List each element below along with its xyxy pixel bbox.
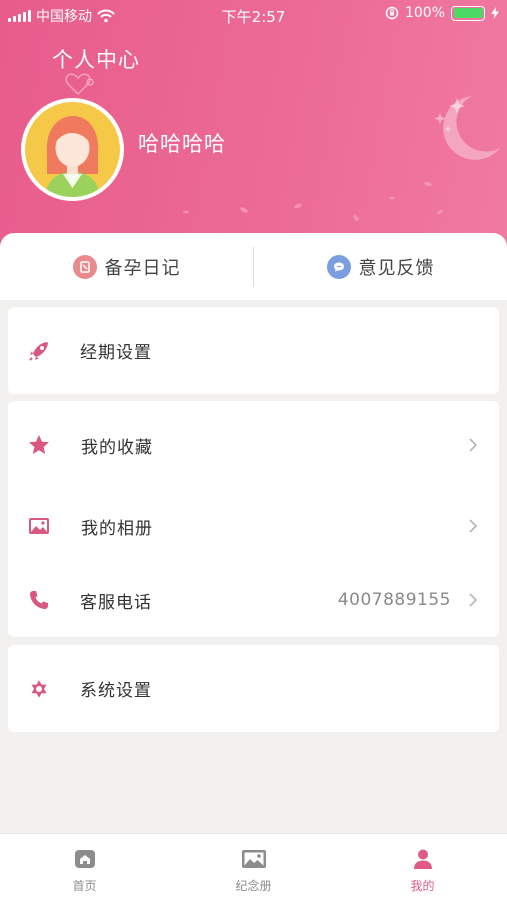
system-settings-card: 系统设置: [8, 645, 499, 732]
favorites-row[interactable]: 我的收藏: [8, 401, 499, 489]
chevron-right-icon: [469, 593, 478, 607]
feedback-button[interactable]: 意见反馈: [254, 233, 507, 300]
menu-card: 我的收藏 我的相册 客服电话 4007889155: [8, 401, 499, 637]
home-icon: [74, 850, 95, 868]
customer-service-row[interactable]: 客服电话 4007889155: [8, 563, 499, 637]
chevron-right-icon: [469, 519, 478, 533]
customer-service-label: 客服电话: [80, 592, 152, 613]
period-settings-row[interactable]: 经期设置: [8, 307, 499, 394]
picture-icon: [26, 513, 52, 539]
tab-profile-label: 我的: [410, 879, 435, 893]
system-settings-label: 系统设置: [80, 681, 152, 701]
tab-profile[interactable]: 我的: [338, 834, 507, 900]
gear-icon: [26, 676, 52, 702]
girl-avatar-icon: [45, 116, 100, 197]
tab-album[interactable]: 纪念册: [169, 834, 338, 900]
star-icon: [26, 432, 52, 458]
album-label: 我的相册: [81, 518, 153, 539]
favorites-label: 我的收藏: [81, 437, 153, 458]
person-icon: [413, 849, 432, 869]
feedback-chat-icon: [326, 254, 351, 279]
customer-service-phone: 4007889155: [337, 590, 451, 610]
page-title: 个人中心: [52, 48, 140, 72]
system-settings-row[interactable]: 系统设置: [8, 645, 499, 732]
period-settings-label: 经期设置: [80, 343, 152, 363]
rocket-icon: [26, 338, 52, 364]
battery-icon: [451, 5, 485, 21]
album-row[interactable]: 我的相册: [8, 489, 499, 563]
diary-icon: [72, 254, 97, 279]
username[interactable]: 哈哈哈哈: [138, 128, 226, 158]
avatar[interactable]: [21, 98, 124, 201]
phone-icon: [26, 587, 52, 613]
profile-screen: 中国移动 下午2:57 100% 个人中心 哈哈哈哈 备孕日记 意见反馈 经期设…: [0, 0, 507, 900]
diary-button[interactable]: 备孕日记: [0, 233, 253, 300]
tab-bar: 首页 纪念册 我的: [0, 833, 507, 900]
period-settings-card: 经期设置: [8, 307, 499, 394]
status-bar: 中国移动 下午2:57 100%: [0, 0, 507, 30]
profile-header: 中国移动 下午2:57 100% 个人中心 哈哈哈哈: [0, 0, 507, 250]
diary-label: 备孕日记: [104, 257, 181, 279]
tab-home-label: 首页: [72, 879, 97, 893]
tab-album-label: 纪念册: [235, 879, 272, 893]
battery-percent: 100%: [404, 5, 445, 21]
feedback-label: 意见反馈: [358, 257, 435, 279]
tab-home[interactable]: 首页: [0, 834, 169, 900]
album-icon: [241, 850, 266, 868]
chevron-right-icon: [469, 438, 478, 452]
quick-actions-bar: 备孕日记 意见反馈: [0, 233, 507, 300]
orientation-lock-icon: [385, 6, 399, 20]
charging-icon: [491, 7, 499, 19]
